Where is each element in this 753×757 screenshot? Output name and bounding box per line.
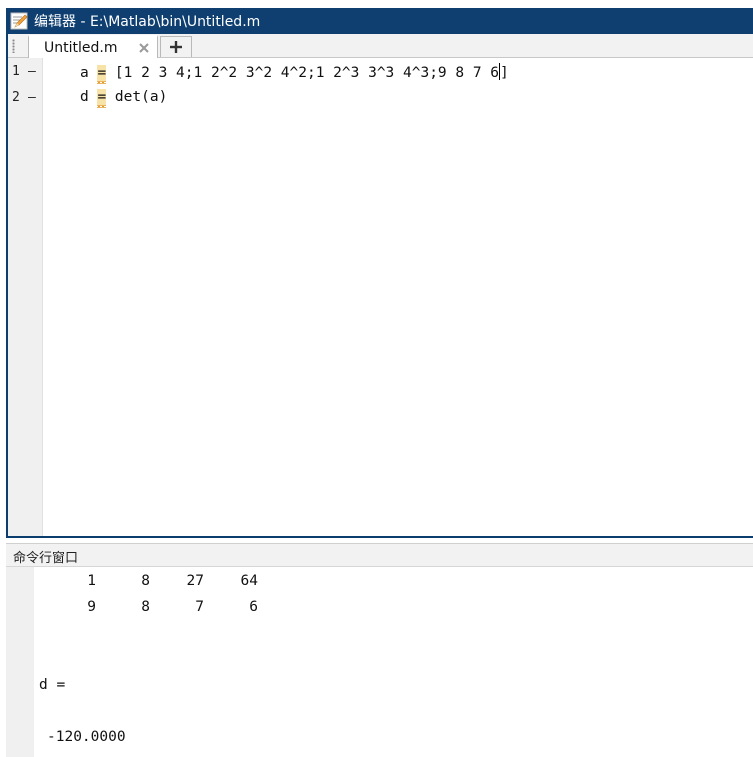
editor-window: 编辑器 - E:\Matlab\bin\Untitled.m Untitled.… xyxy=(6,8,753,538)
code-line[interactable]: 1 — a = [1 2 3 4;1 2^2 3^2 4^2;1 2^3 3^3… xyxy=(8,60,753,86)
breakpoint-marker[interactable]: — xyxy=(28,90,36,105)
command-window-header[interactable]: 命令行窗口 xyxy=(6,543,753,567)
code-text[interactable]: a = [1 2 3 4;1 2^2 3^2 4^2;1 2^3 3^3 4^3… xyxy=(80,63,509,81)
code-expression: [1 2 3 4;1 2^2 3^2 4^2;1 2^3 3^3 4^3;9 8… xyxy=(106,65,500,81)
plus-icon xyxy=(170,41,182,53)
code-variable: d xyxy=(80,89,89,105)
result-label: d = xyxy=(39,677,66,693)
line-number-gutter xyxy=(8,58,43,536)
code-text[interactable]: d = det(a) xyxy=(80,89,167,105)
command-window-gutter xyxy=(6,567,34,757)
code-variable: a xyxy=(80,65,89,81)
matrix-cell: 64 xyxy=(240,573,258,589)
matlab-app: 编辑器 - E:\Matlab\bin\Untitled.m Untitled.… xyxy=(0,0,753,757)
matrix-cell: 1 xyxy=(87,573,96,589)
warning-highlight[interactable]: = xyxy=(97,89,107,105)
tab-untitled[interactable]: Untitled.m xyxy=(28,35,158,58)
tab-label: Untitled.m xyxy=(44,39,118,56)
matrix-cell: 27 xyxy=(186,573,204,589)
window-title: 编辑器 - E:\Matlab\bin\Untitled.m xyxy=(34,14,261,30)
matrix-cell: 8 xyxy=(141,599,150,615)
matrix-cell: 9 xyxy=(87,599,96,615)
matrix-cell: 6 xyxy=(249,599,258,615)
line-number: 1 xyxy=(12,64,20,79)
matrix-cell: 8 xyxy=(141,573,150,589)
code-editor[interactable]: 1 — a = [1 2 3 4;1 2^2 3^2 4^2;1 2^3 3^3… xyxy=(8,58,753,536)
close-icon[interactable] xyxy=(137,41,151,55)
editor-pencil-icon xyxy=(10,12,28,30)
line-number: 2 xyxy=(12,90,20,105)
code-line[interactable]: 2 — d = det(a) xyxy=(8,86,753,112)
tab-bar: Untitled.m xyxy=(8,34,753,58)
result-value: -120.0000 xyxy=(47,729,126,745)
command-window-title: 命令行窗口 xyxy=(13,551,79,566)
breakpoint-marker[interactable]: — xyxy=(28,64,36,79)
editor-titlebar[interactable]: 编辑器 - E:\Matlab\bin\Untitled.m xyxy=(6,8,753,34)
command-window[interactable]: 1 8 27 64 9 8 7 6 d = -120.0000 xyxy=(6,567,753,757)
tab-grip-icon[interactable] xyxy=(12,39,15,53)
warning-highlight[interactable]: = xyxy=(97,65,107,81)
code-bracket: ] xyxy=(500,65,509,81)
add-tab-button[interactable] xyxy=(160,36,192,57)
matrix-cell: 7 xyxy=(195,599,204,615)
code-expression: det(a) xyxy=(106,89,168,105)
